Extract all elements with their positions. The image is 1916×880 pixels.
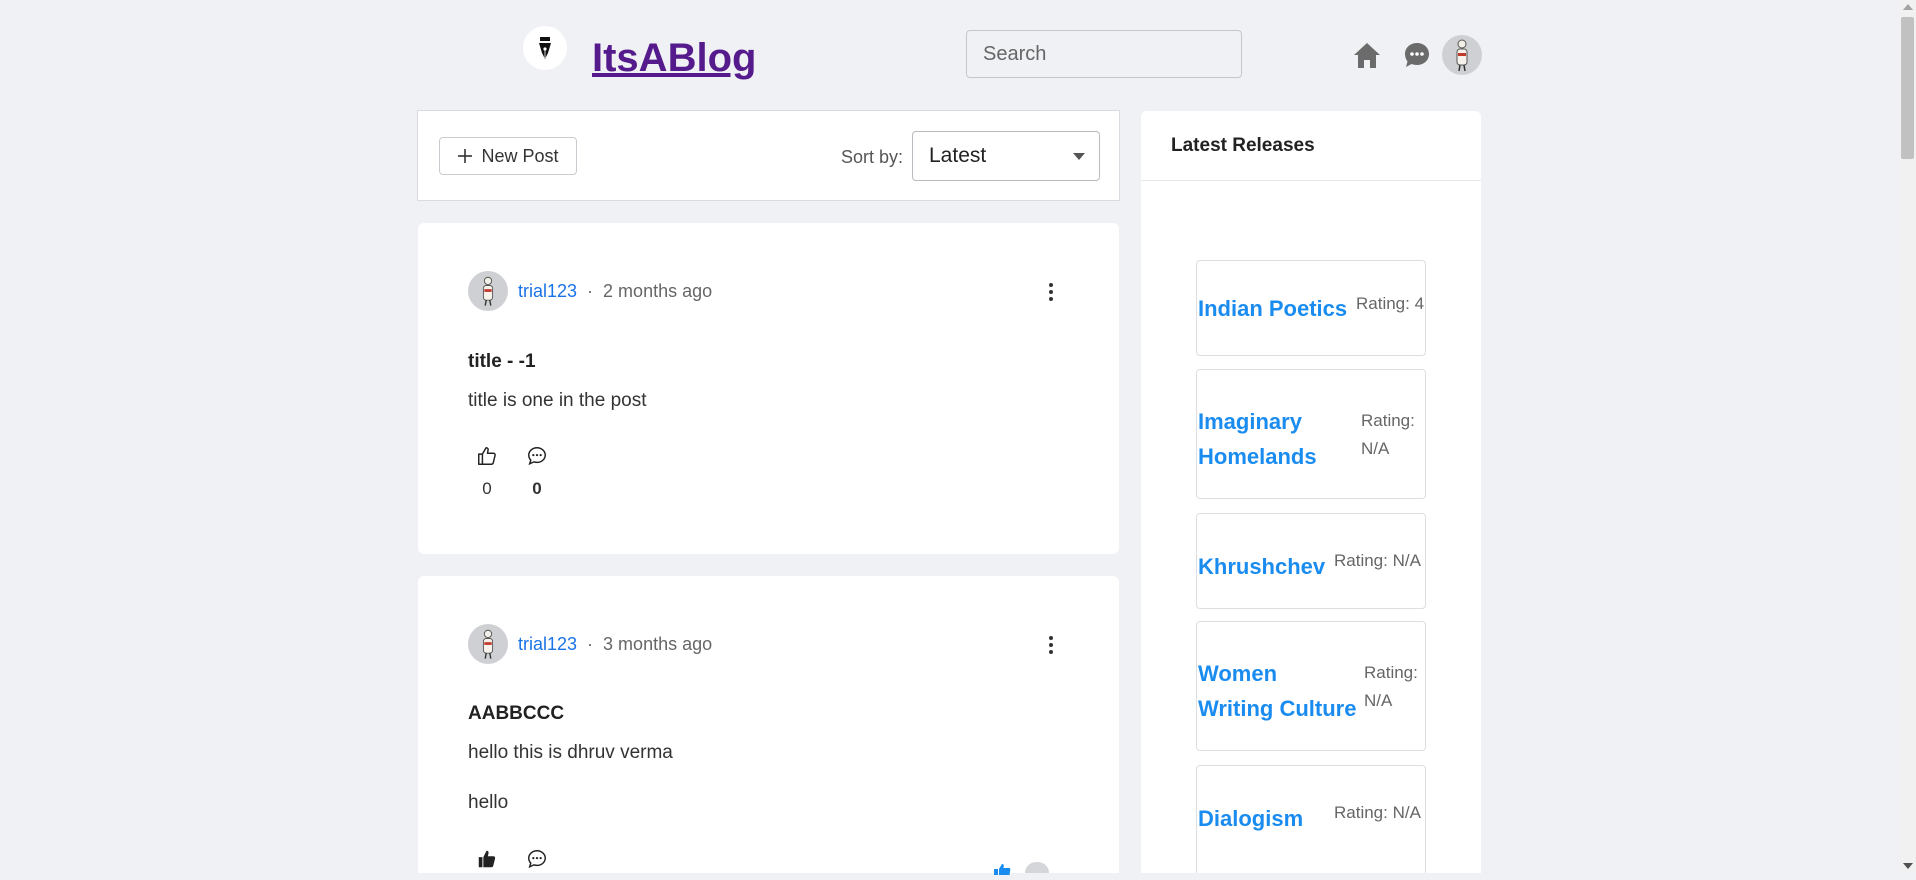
comment-button[interactable] [519, 848, 555, 870]
page-scrollbar[interactable] [1899, 0, 1916, 873]
release-rating-line: Rating: [1364, 663, 1418, 682]
release-rating-line: N/A [1361, 439, 1390, 458]
sort-label: Sort by: [841, 147, 904, 167]
release-rating-line: Rating: N/A [1334, 803, 1421, 822]
post-time: 3 months ago [603, 633, 713, 654]
release-rating-line: Rating: N/A [1334, 551, 1421, 570]
release-title[interactable]: Imaginary Homelands [1198, 404, 1317, 474]
avatar-icon [482, 629, 494, 659]
release-card[interactable]: Khrushchev Rating: N/A [1196, 513, 1426, 609]
search-input[interactable] [966, 30, 1242, 78]
new-post-button[interactable]: New Post [439, 137, 577, 175]
reaction-thumbs-icon [992, 862, 1012, 880]
comment-bubble-icon [528, 447, 546, 466]
more-options-icon[interactable] [1041, 632, 1061, 658]
post-meta: trial123 · 3 months ago [468, 624, 712, 664]
like-count: 0 [482, 479, 492, 498]
release-card[interactable]: Imaginary Homelands Rating: N/A [1196, 369, 1426, 499]
thumbs-up-filled-icon [478, 850, 496, 868]
like-button[interactable]: 0 [469, 445, 505, 499]
release-title-line: Khrushchev [1198, 554, 1326, 579]
avatar-icon [482, 276, 494, 306]
sidebar-heading: Latest Releases [1141, 111, 1481, 181]
release-rating: Rating: N/A [1361, 407, 1415, 463]
meta-separator: · [587, 280, 594, 301]
post-card: trial123 · 3 months ago AABBCCC hello th… [418, 576, 1119, 875]
post-card: trial123 · 2 months ago title - -1 title… [418, 223, 1119, 554]
like-button[interactable] [469, 848, 505, 870]
home-icon [1354, 43, 1380, 68]
sort-select[interactable]: Latest [912, 131, 1100, 181]
thumbs-up-icon [478, 447, 496, 465]
reaction-avatar [1025, 862, 1049, 873]
post-title: AABBCCC [468, 703, 565, 724]
release-title-line: Women [1198, 661, 1278, 686]
comment-bubble-icon [528, 850, 546, 869]
post-body: title is one in the post [468, 390, 647, 411]
chat-button[interactable] [1403, 41, 1431, 69]
release-title-line: Writing Culture [1198, 696, 1357, 721]
post-author-avatar[interactable] [468, 624, 508, 664]
post-time: 2 months ago [603, 280, 713, 301]
post-author[interactable]: trial123 [518, 634, 577, 655]
release-card[interactable]: Indian Poetics Rating: 4 [1196, 260, 1426, 356]
brand-title[interactable]: ItsABlog [592, 38, 756, 78]
meta-separator: · [587, 633, 594, 654]
post-body: hello [468, 792, 509, 813]
post-body: hello this is dhruv verma [468, 742, 673, 763]
post-meta: trial123 · 2 months ago [468, 271, 712, 311]
release-title-line: Dialogism [1198, 806, 1304, 831]
release-title-line: Indian Poetics [1198, 296, 1348, 321]
chat-bubble-icon [1405, 43, 1429, 67]
comment-button[interactable]: 0 [519, 445, 555, 499]
release-title-line: Homelands [1198, 444, 1317, 469]
avatar-icon [1456, 39, 1468, 72]
more-options-icon[interactable] [1041, 279, 1061, 305]
release-rating-line: Rating: [1361, 411, 1415, 430]
release-rating-line: Rating: 4 [1356, 294, 1425, 313]
scroll-up-icon[interactable] [1903, 4, 1913, 10]
sort-value: Latest [929, 144, 987, 167]
release-title[interactable]: Women Writing Culture [1198, 656, 1356, 726]
post-author[interactable]: trial123 [518, 281, 577, 302]
release-card[interactable]: Dialogism Rating: N/A [1196, 765, 1426, 873]
scroll-down-icon[interactable] [1903, 863, 1913, 869]
post-toolbar: New Post Sort by: Latest [417, 110, 1120, 201]
home-button[interactable] [1352, 41, 1382, 69]
pen-nib-icon [539, 37, 551, 59]
new-post-label: New Post [481, 145, 559, 166]
latest-releases-panel: Latest Releases Indian Poetics Rating: 4… [1141, 111, 1481, 873]
release-title[interactable]: Khrushchev [1198, 549, 1325, 584]
release-title[interactable]: Indian Poetics [1198, 291, 1347, 326]
release-title[interactable]: Dialogism [1198, 801, 1303, 836]
release-rating: Rating: 4 [1356, 290, 1424, 318]
comment-count: 0 [532, 479, 542, 498]
release-rating: Rating: N/A [1334, 547, 1421, 575]
release-card[interactable]: Women Writing Culture Rating: N/A [1196, 621, 1426, 751]
post-title: title - -1 [468, 351, 536, 372]
caret-down-icon [1073, 153, 1085, 160]
logo[interactable] [523, 26, 567, 70]
scroll-thumb[interactable] [1901, 17, 1914, 159]
release-rating: Rating: N/A [1334, 799, 1421, 827]
release-rating: Rating: N/A [1364, 659, 1418, 715]
user-avatar[interactable] [1442, 35, 1482, 75]
plus-icon [458, 149, 473, 163]
release-rating-line: N/A [1364, 691, 1393, 710]
post-author-avatar[interactable] [468, 271, 508, 311]
release-title-line: Imaginary [1198, 409, 1302, 434]
